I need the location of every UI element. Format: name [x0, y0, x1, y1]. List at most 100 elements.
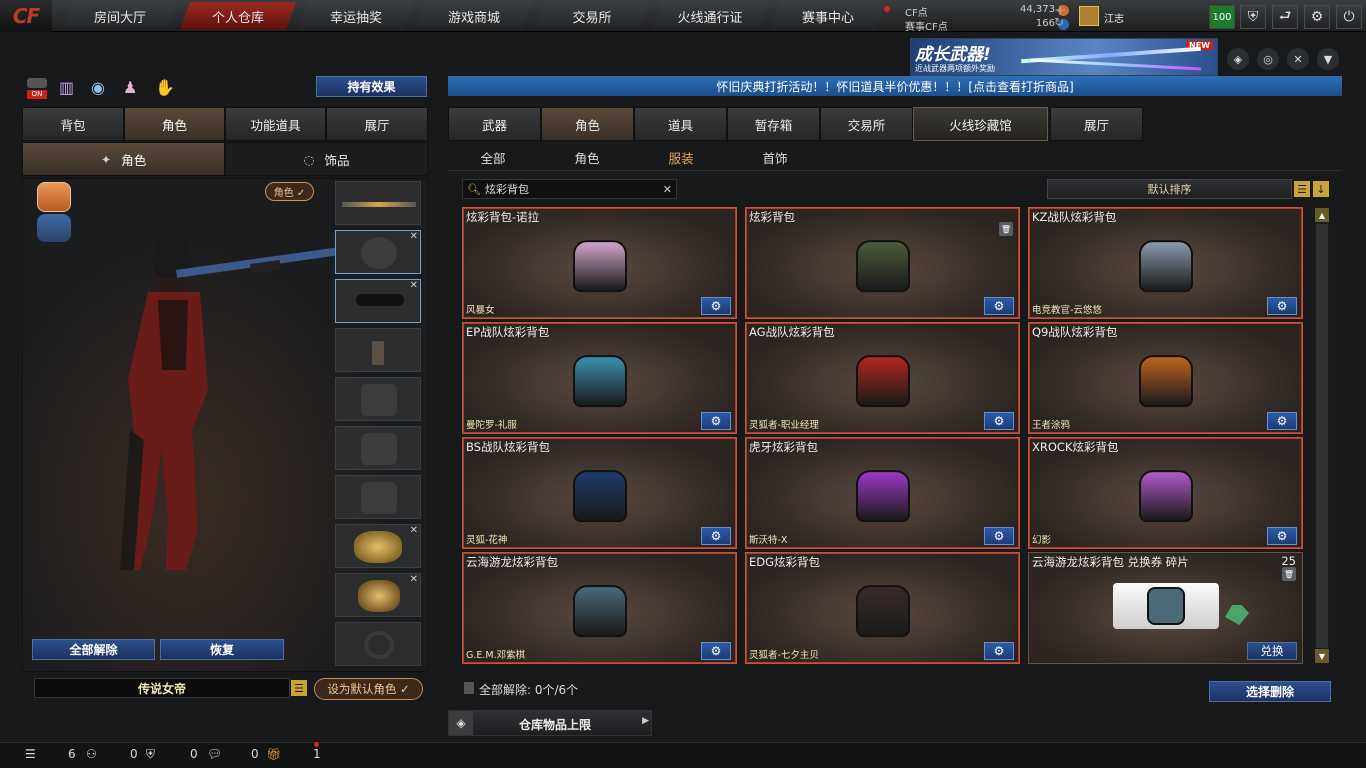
clan-shield-icon[interactable]: ⛨ [146, 747, 155, 762]
item-card[interactable]: EP战队炫彩背包 曼陀罗-礼服 ⚙ [462, 322, 737, 434]
faction-eagle-icon[interactable] [37, 182, 71, 212]
slot-empty[interactable] [335, 426, 421, 470]
chat-icon[interactable]: 💬︎ [207, 747, 222, 761]
release-all-button[interactable]: 全部解除 [32, 639, 155, 660]
slot-weapon[interactable] [335, 181, 421, 225]
trash-icon[interactable]: 🗑︎ [1282, 567, 1296, 581]
level-badge[interactable]: 100 [1209, 5, 1235, 29]
gear-icon[interactable]: ⚙ [701, 527, 731, 545]
search-input[interactable]: 🔍︎ 炫彩背包 ✕ [462, 179, 677, 199]
return-icon[interactable]: ⮐ [1272, 5, 1298, 29]
tab-battle-pass[interactable]: 火线通行证 [652, 2, 768, 30]
gear-icon[interactable]: ⚙ [701, 297, 731, 315]
subtab-clothing[interactable]: 服装 [636, 146, 726, 168]
gear-icon[interactable]: ⚙ [701, 412, 731, 430]
remove-icon[interactable]: ✕ [410, 525, 418, 536]
target-icon[interactable]: ◎ [1257, 48, 1279, 70]
slot-spray-2[interactable]: ✕ [335, 573, 421, 617]
gear-icon[interactable]: ⚙ [984, 412, 1014, 430]
remove-icon[interactable]: ✕ [410, 280, 418, 291]
list-view-icon[interactable]: ☰ [1294, 181, 1310, 197]
promo-banner[interactable]: 成长武器! 近战武器两项额外奖励 NEW [910, 38, 1218, 76]
glove-icon[interactable]: ✋ [155, 78, 175, 98]
tab-events-center[interactable]: 赛事中心 [770, 2, 886, 30]
item-card[interactable]: AG战队炫彩背包 灵狐者-职业经理 ⚙ [745, 322, 1020, 434]
subtab-role[interactable]: 角色 [542, 146, 632, 168]
subtab-jewelry[interactable]: 首饰 [730, 146, 820, 168]
item-card[interactable]: 云海游龙炫彩背包 G.E.M.邓紫棋 ⚙ [462, 552, 737, 664]
tab-items[interactable]: 道具 [634, 107, 727, 141]
warehouse-limit-bar[interactable]: ◈ 仓库物品上限 ▶ [448, 710, 652, 736]
tab-function-items[interactable]: 功能道具 [225, 107, 326, 141]
scroll-down-icon[interactable]: ▼ [1315, 649, 1329, 663]
on-toggle-icon[interactable]: ON [27, 78, 47, 100]
eye-icon[interactable]: ◉ [91, 78, 111, 98]
slot-spray[interactable]: ✕ [335, 524, 421, 568]
promo-notice-bar[interactable]: 怀旧庆典打折活动！！怀旧道具半价优惠！！！[点击查看打折商品] [448, 76, 1342, 96]
wing-icon[interactable]: ▼ [1317, 48, 1339, 70]
subtab-all[interactable]: 全部 [448, 146, 538, 168]
gear-icon[interactable]: ⚙ [701, 642, 731, 660]
remove-icon[interactable]: ✕ [410, 574, 418, 585]
tab-showroom[interactable]: 展厅 [326, 107, 428, 141]
shield-icon[interactable]: ⛨ [1240, 5, 1266, 29]
tab-character[interactable]: 角色 [124, 107, 225, 141]
activity-icon[interactable]: ◈ [1227, 48, 1249, 70]
cf-logo[interactable]: CF [0, 0, 52, 32]
refresh-icon[interactable]: ↻ [1054, 15, 1064, 29]
set-default-role-button[interactable]: 设为默认角色 ✓ [314, 678, 423, 700]
menu-icon[interactable]: ☰ [291, 680, 307, 696]
power-icon[interactable]: ⏻ [1336, 5, 1362, 29]
item-card[interactable]: XROCK炫彩背包 幻影 ⚙ [1028, 437, 1303, 549]
sort-direction-icon[interactable]: ↓ [1313, 181, 1329, 197]
slot-glasses[interactable]: ✕ [335, 279, 421, 323]
item-card[interactable]: 虎牙炫彩背包 斯沃特-X ⚙ [745, 437, 1020, 549]
item-card[interactable]: BS战队炫彩背包 灵狐-花神 ⚙ [462, 437, 737, 549]
scroll-up-icon[interactable]: ▲ [1315, 208, 1329, 222]
list-icon[interactable]: ☰ [25, 747, 36, 761]
item-card[interactable]: KZ战队炫彩背包 电竞教官-云悠悠 ⚙ [1028, 207, 1303, 319]
slot-empty[interactable] [335, 475, 421, 519]
clear-icon[interactable]: ✕ [663, 183, 672, 196]
subtab-accessories[interactable]: ◌ 饰品 [225, 142, 428, 176]
slot-empty[interactable] [335, 377, 421, 421]
gear-icon[interactable]: ⚙ [984, 527, 1014, 545]
tab-room-lobby[interactable]: 房间大厅 [62, 2, 178, 30]
scrollbar[interactable]: ▲ ▼ [1315, 208, 1329, 663]
exchange-button[interactable]: 兑换 [1247, 642, 1297, 660]
friends-icon[interactable]: ⚇ [86, 747, 97, 761]
select-delete-button[interactable]: 选择删除 [1209, 681, 1331, 702]
gear-icon[interactable]: ⚙ [1304, 5, 1330, 29]
scroll-thumb[interactable] [1316, 224, 1328, 648]
tab-lucky-draw[interactable]: 幸运抽奖 [298, 2, 414, 30]
slot-ring[interactable] [335, 622, 421, 666]
trash-icon[interactable]: 🗑︎ [999, 222, 1013, 236]
remove-icon[interactable]: ✕ [410, 231, 418, 242]
tab-exchange-right[interactable]: 交易所 [820, 107, 913, 141]
item-card[interactable]: 炫彩背包 ⚙ 🗑︎ [745, 207, 1020, 319]
crossed-swords-icon[interactable]: ✕ [1287, 48, 1309, 70]
coupon-card[interactable]: 云海游龙炫彩背包 兑换券 碎片 25 🗑︎ 兑换 [1028, 552, 1303, 664]
tab-backpack[interactable]: 背包 [22, 107, 124, 141]
gear-icon[interactable]: ⚙ [1267, 297, 1297, 315]
tab-game-mall[interactable]: 游戏商城 [416, 2, 532, 30]
tab-characters[interactable]: 角色 [541, 107, 634, 141]
item-card[interactable]: 炫彩背包-诺拉 风暴女 ⚙ [462, 207, 737, 319]
sort-dropdown[interactable]: 默认排序 [1047, 179, 1292, 199]
tab-storage-box[interactable]: 暂存箱 [727, 107, 820, 141]
gear-icon[interactable]: ⚙ [984, 297, 1014, 315]
tab-collection-vault[interactable]: 火线珍藏馆 [913, 107, 1048, 141]
gear-icon[interactable]: ⚙ [1267, 412, 1297, 430]
subtab-character[interactable]: ✦ 角色 [22, 142, 225, 176]
person-icon[interactable]: ♟ [123, 78, 143, 98]
restore-button[interactable]: 恢复 [160, 639, 284, 660]
item-card[interactable]: EDG炫彩背包 灵狐者-七夕主贝 ⚙ [745, 552, 1020, 664]
tab-personal-warehouse[interactable]: 个人仓库 [180, 2, 296, 30]
tab-showroom-right[interactable]: 展厅 [1050, 107, 1143, 141]
item-card[interactable]: Q9战队炫彩背包 王者涂鸦 ⚙ [1028, 322, 1303, 434]
effects-button[interactable]: 持有效果 [316, 76, 427, 97]
faction-wing-icon[interactable] [37, 214, 71, 242]
slot-helmet[interactable]: ✕ [335, 230, 421, 274]
tab-weapons[interactable]: 武器 [448, 107, 541, 141]
gear-icon[interactable]: ⚙ [984, 642, 1014, 660]
